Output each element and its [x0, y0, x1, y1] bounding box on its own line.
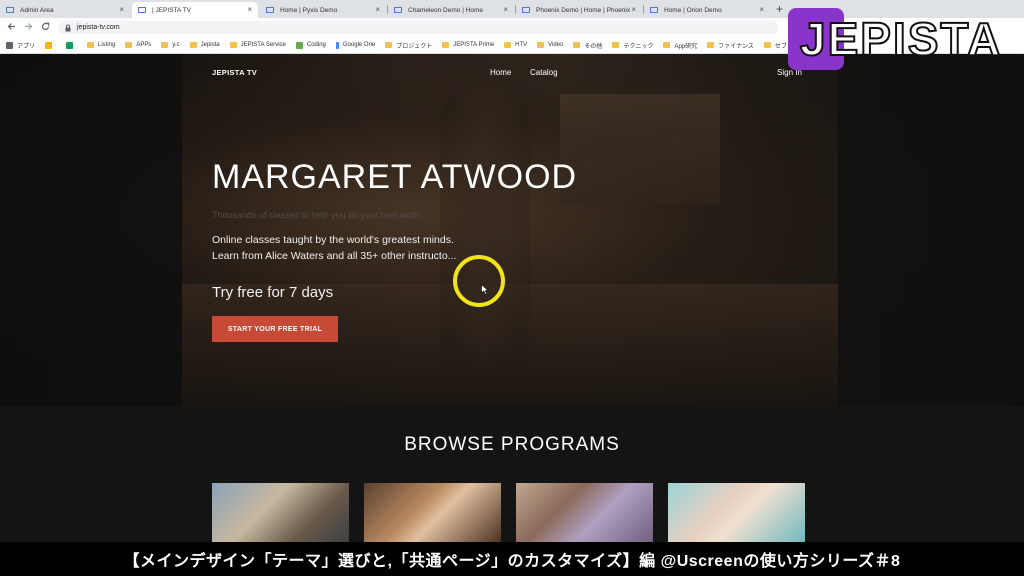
bookmark-video[interactable]: Video — [537, 42, 563, 48]
bookmark-project[interactable]: プロジェクト — [385, 41, 432, 50]
bookmark-cebu[interactable]: セブ — [763, 41, 787, 50]
bookmark-other[interactable]: その他 — [573, 41, 602, 50]
website-viewport: JEPISTA TV Home Catalog Sign In MARGARET… — [0, 54, 1024, 576]
folder-icon — [763, 42, 771, 48]
folder-icon — [573, 42, 581, 48]
bookmark-listing[interactable]: Listing — [87, 42, 115, 48]
bookmark-favicon-icon — [45, 41, 53, 49]
hero-description: Online classes taught by the world's gre… — [212, 232, 456, 264]
tab-favicon-icon — [6, 6, 14, 14]
tab-label: Chameleon Demo | Home — [408, 6, 484, 14]
tab-close-icon[interactable]: × — [247, 5, 252, 14]
folder-icon — [707, 42, 715, 48]
bookmark-google-one[interactable]: Google One — [335, 41, 375, 49]
bookmark-jepista-prime[interactable]: JEPISTA Prime — [442, 42, 494, 48]
tab-close-icon[interactable]: × — [119, 5, 124, 14]
logo-wordmark: JEPISTA — [799, 12, 1003, 66]
video-caption: 【メインデザイン「テーマ」選びと,「共通ページ」のカスタマイズ】編 @Uscre… — [0, 542, 1024, 576]
back-icon[interactable] — [7, 22, 16, 33]
site-brand[interactable]: JEPISTA TV — [212, 68, 257, 77]
bookmark-apps[interactable]: アプリ — [6, 41, 35, 50]
bookmark-jepista-service[interactable]: JEPISTA Service — [229, 42, 286, 48]
start-free-trial-button[interactable]: START YOUR FREE TRIAL — [212, 316, 338, 342]
reload-icon[interactable] — [41, 22, 50, 33]
forward-icon[interactable] — [24, 22, 33, 33]
tab-close-icon[interactable]: × — [375, 5, 380, 14]
program-thumbnail[interactable] — [364, 483, 501, 543]
bookmark-apps-folder[interactable]: APPs — [125, 42, 151, 48]
google-one-icon — [335, 41, 339, 49]
tab-favicon-icon — [394, 6, 402, 14]
tab-admin-area[interactable]: Admin Area × — [0, 2, 130, 18]
hero-section: JEPISTA TV Home Catalog Sign In MARGARET… — [0, 54, 1024, 406]
folder-icon — [442, 42, 450, 48]
cursor-highlight-ring — [453, 255, 505, 307]
hero-background-left — [0, 54, 182, 406]
mouse-pointer-icon — [481, 282, 490, 300]
bookmark-icon-1[interactable] — [45, 41, 56, 49]
url-field[interactable]: jepista-tv.com — [58, 21, 778, 34]
bookmark-jepista[interactable]: Jepista — [189, 42, 220, 48]
jepista-logo: JEPISTA — [788, 8, 1012, 70]
apps-grid-icon — [6, 41, 13, 49]
bookmark-favicon-icon — [66, 41, 74, 49]
tab-favicon-icon — [650, 6, 658, 14]
hero-description-line: Learn from Alice Waters and all 35+ othe… — [212, 250, 457, 262]
folder-icon — [537, 42, 545, 48]
folder-icon — [663, 42, 671, 48]
hero-description-line: Online classes taught by the world's gre… — [212, 234, 454, 246]
tab-favicon-icon — [522, 6, 530, 14]
tab-jepista-tv[interactable]: | JEPISTA TV × — [132, 2, 258, 18]
bookmark-yc[interactable]: y.c — [161, 42, 180, 48]
tab-close-icon[interactable]: × — [503, 5, 508, 14]
program-thumbnail[interactable] — [516, 483, 653, 543]
hero-trial-text: Try free for 7 days — [212, 284, 334, 301]
tab-close-icon[interactable]: × — [631, 5, 636, 14]
folder-icon — [189, 42, 197, 48]
program-thumbnail[interactable] — [212, 483, 349, 543]
tab-orion-demo[interactable]: Home | Orion Demo × — [644, 2, 770, 18]
folder-icon — [612, 42, 620, 48]
folder-icon — [87, 42, 95, 48]
hero-background-window — [560, 94, 720, 204]
tab-chameleon-demo[interactable]: Chameleon Demo | Home × — [388, 2, 514, 18]
tab-label: Home | Pyxis Demo — [280, 6, 338, 14]
tab-pyxis-demo[interactable]: Home | Pyxis Demo × — [260, 2, 386, 18]
folder-icon — [229, 42, 237, 48]
folder-icon — [161, 42, 169, 48]
url-text: jepista-tv.com — [77, 24, 120, 31]
tab-close-icon[interactable]: × — [759, 5, 764, 14]
browse-programs-title: BROWSE PROGRAMS — [404, 434, 620, 455]
tab-label: | JEPISTA TV — [152, 6, 192, 14]
folder-icon — [385, 42, 393, 48]
lock-icon — [64, 24, 72, 32]
hero-title: MARGARET ATWOOD — [212, 158, 578, 196]
hero-subtitle: Thousands of classes to help you do your… — [212, 210, 422, 220]
tab-favicon-icon — [266, 6, 274, 14]
bookmark-app-research[interactable]: App研究 — [663, 41, 697, 50]
hero-background-right — [838, 54, 1024, 406]
tab-label: Home | Orion Demo — [664, 6, 722, 14]
tab-label: Admin Area — [20, 6, 54, 14]
nav-home-link[interactable]: Home — [490, 68, 511, 77]
folder-icon — [504, 42, 512, 48]
folder-icon — [125, 42, 133, 48]
new-tab-button[interactable]: + — [776, 2, 783, 16]
nav-catalog-link[interactable]: Catalog — [530, 68, 558, 77]
tab-phoenix-demo[interactable]: Phoenix Demo | Home | Phoenix × — [516, 2, 642, 18]
bookmark-htv[interactable]: HTV — [504, 42, 527, 48]
bookmark-coding[interactable]: Coding — [295, 41, 326, 49]
tab-label: Phoenix Demo | Home | Phoenix — [536, 6, 631, 14]
tab-favicon-icon — [138, 6, 146, 14]
bookmark-finance[interactable]: ファイナンス — [707, 41, 754, 50]
bookmark-icon-2[interactable] — [66, 41, 77, 49]
code-icon — [295, 41, 303, 49]
program-thumbnail[interactable] — [668, 483, 805, 543]
bookmark-technique[interactable]: テクニック — [612, 41, 653, 50]
